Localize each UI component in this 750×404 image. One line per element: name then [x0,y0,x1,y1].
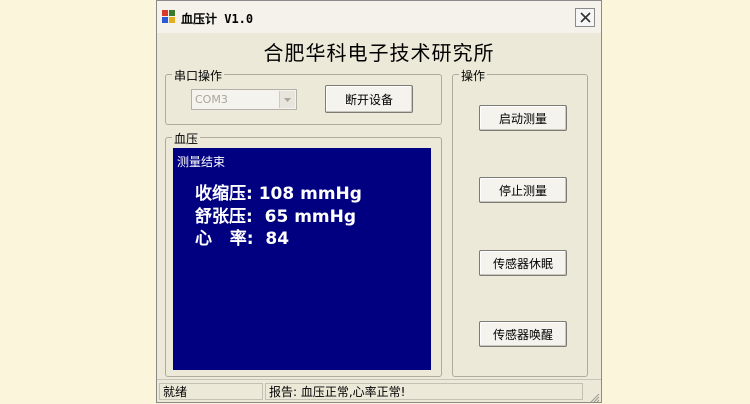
status-bar: 就绪 报告: 血压正常,心率正常! [157,379,601,404]
sensor-wake-button[interactable]: 传感器唤醒 [479,321,567,347]
systolic-reading: 收缩压: 108 mmHg [195,184,362,204]
disconnect-button[interactable]: 断开设备 [325,85,413,113]
dropdown-arrow-button[interactable] [279,91,295,108]
close-button[interactable] [575,8,595,27]
desktop-background: { "window": { "title": "血压计 V1.0", "orga… [0,0,750,403]
status-state: 就绪 [159,383,263,400]
pressure-group-label: 血压 [172,130,201,147]
heart-rate-reading: 心 率: 84 [195,229,290,249]
stop-measure-button[interactable]: 停止测量 [479,177,567,203]
sensor-sleep-button[interactable]: 传感器休眠 [479,250,567,276]
actions-group-label: 操作 [459,67,488,84]
dropdown-arrow-icon [284,97,291,102]
close-icon [579,12,591,23]
window-title: 血压计 V1.0 [181,12,254,26]
start-measure-button[interactable]: 启动测量 [479,105,567,131]
main-window: 血压计 V1.0 合肥华科电子技术研究所 串口操作 COM3 断开设备 血压 测… [156,0,602,403]
status-report: 报告: 血压正常,心率正常! [265,383,583,400]
pressure-display: 测量结束 收缩压: 108 mmHg 舒张压: 65 mmHg 心 率: 84 [173,148,431,370]
serial-port-select[interactable]: COM3 [191,89,297,110]
serial-port-value: COM3 [195,93,228,106]
organization-title: 合肥华科电子技术研究所 [263,41,495,65]
app-icon [162,10,175,23]
resize-grip-icon[interactable] [588,391,600,403]
serial-port-group-label: 串口操作 [172,67,225,84]
measurement-status: 测量结束 [177,155,226,169]
title-bar[interactable]: 血压计 V1.0 [157,1,601,33]
